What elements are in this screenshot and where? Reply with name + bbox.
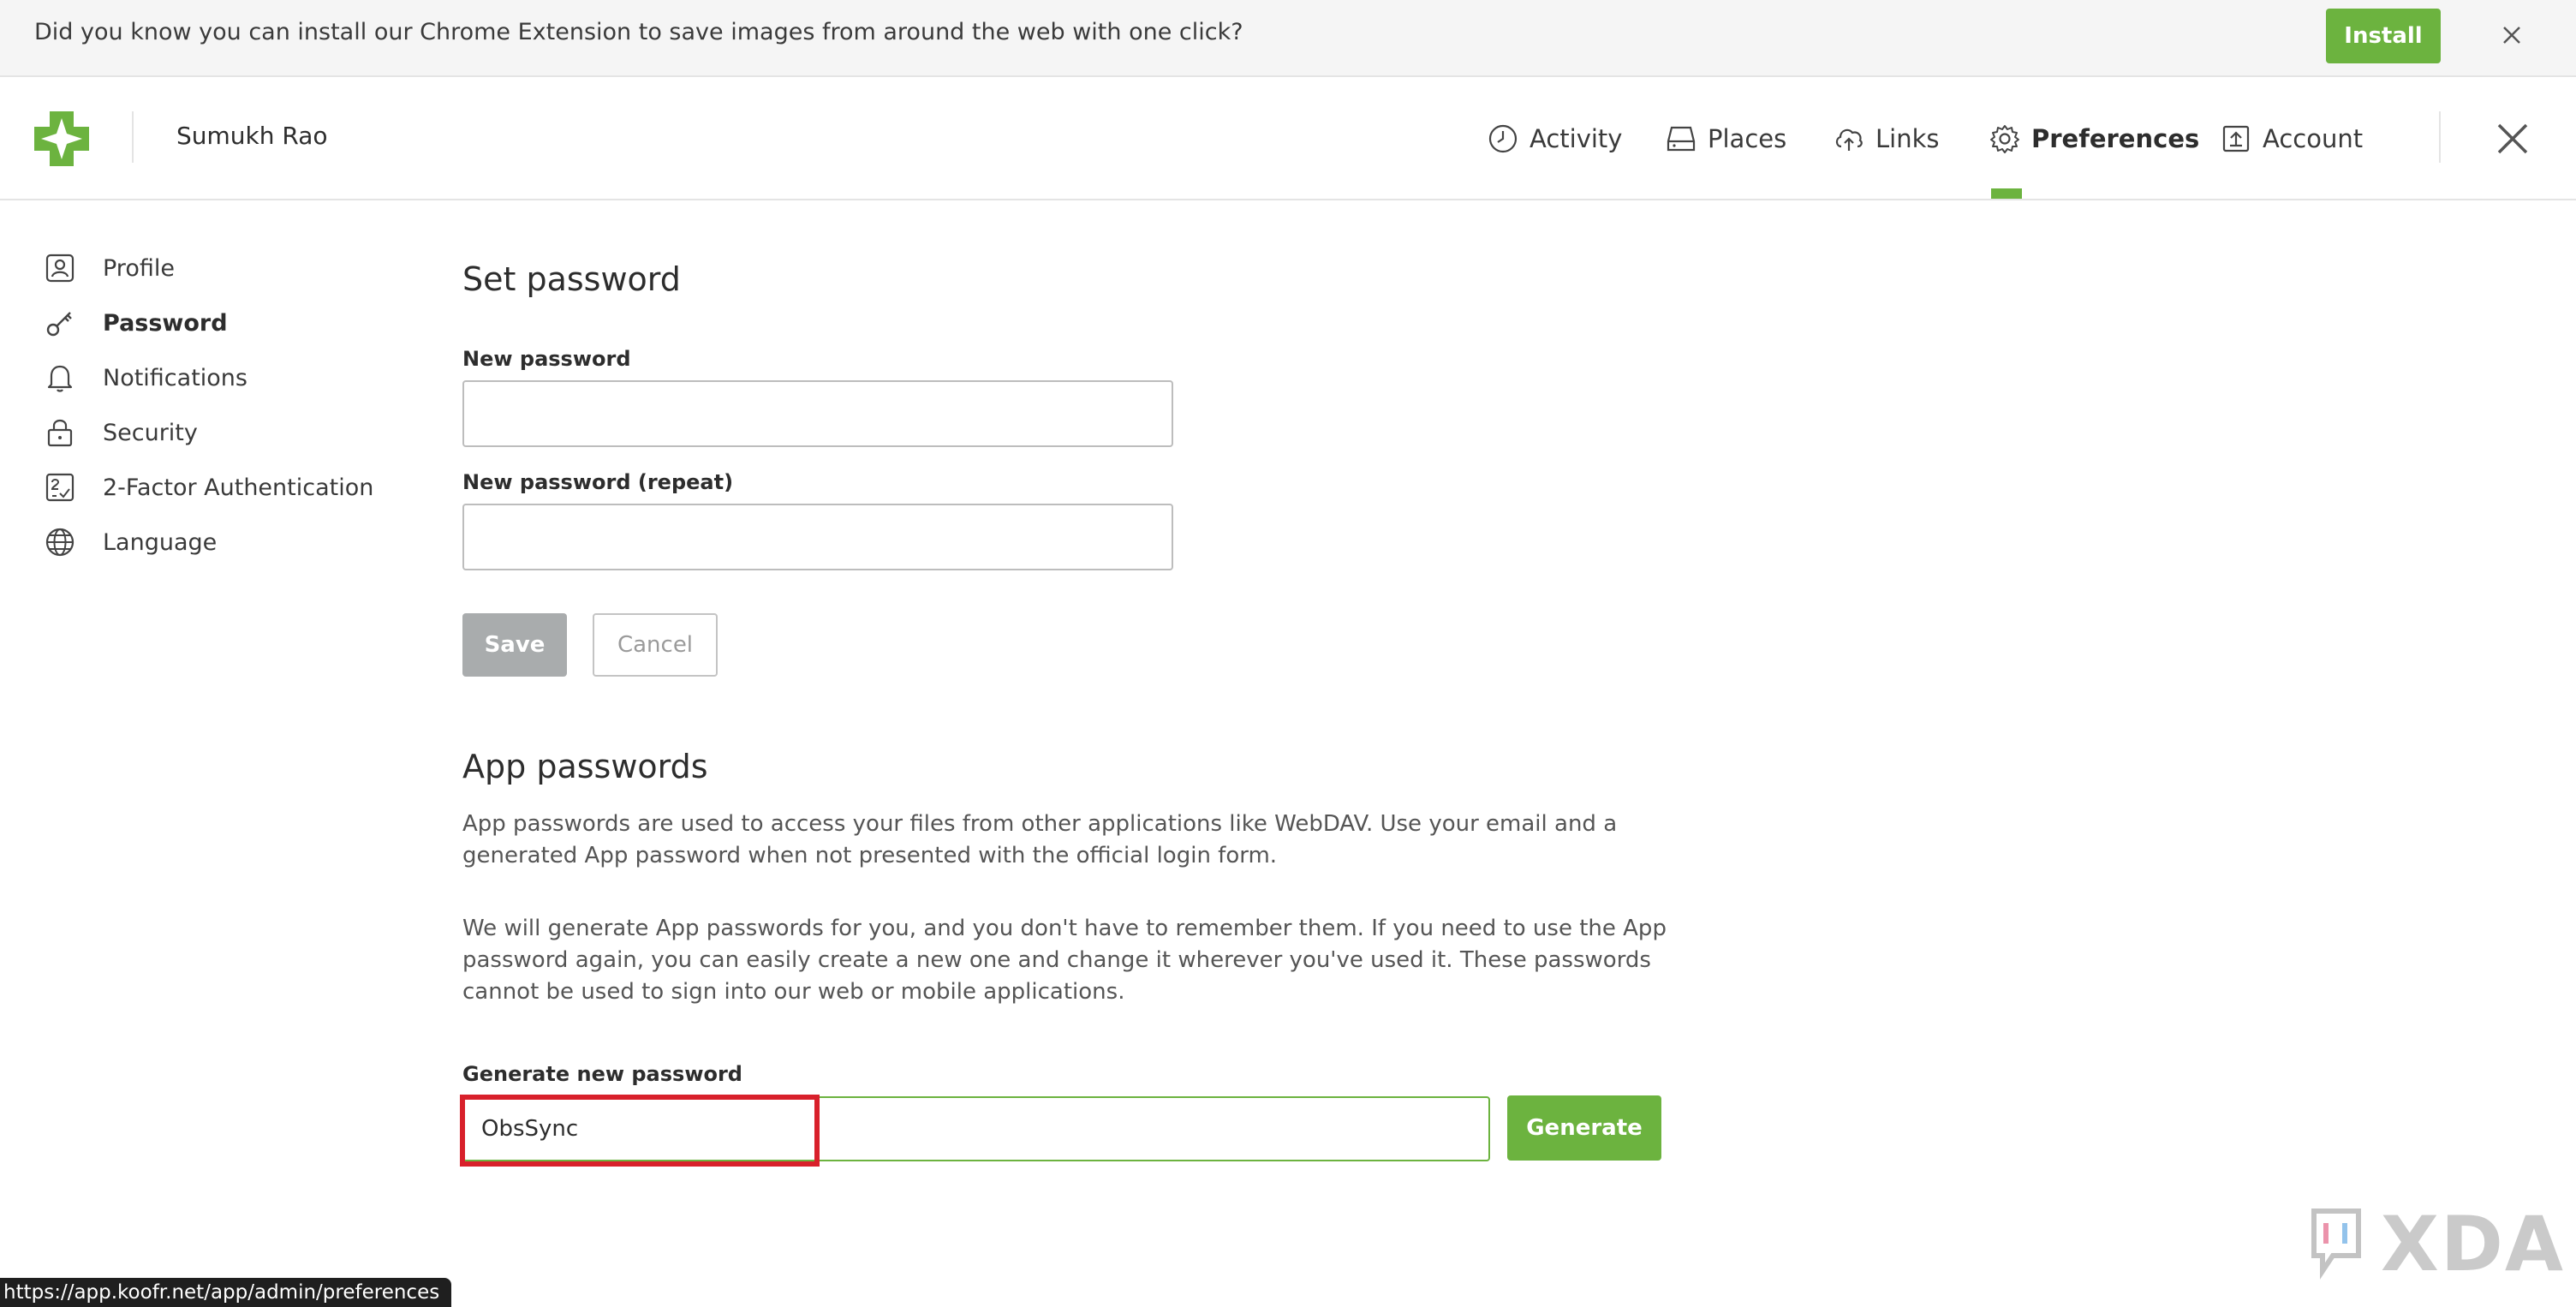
sidebar-item-label: 2-Factor Authentication bbox=[103, 474, 374, 501]
new-password-repeat-field[interactable] bbox=[462, 504, 1173, 570]
lock-icon bbox=[47, 419, 73, 447]
sidebar-item-label: Language bbox=[103, 528, 218, 556]
watermark-text: XDA bbox=[2381, 1199, 2565, 1288]
nav-activity[interactable]: Activity bbox=[1487, 115, 1622, 163]
bell-icon bbox=[47, 365, 73, 392]
drive-icon bbox=[1667, 126, 1696, 152]
banner-text: Did you know you can install our Chrome … bbox=[34, 19, 1243, 45]
app-passwords-info: We will generate App passwords for you, … bbox=[462, 916, 1667, 1005]
nav-activity-label: Activity bbox=[1530, 124, 1623, 153]
cloud-upload-icon bbox=[1835, 128, 1863, 151]
install-button[interactable]: Install bbox=[2326, 9, 2441, 63]
set-password-title: Set password bbox=[462, 260, 681, 298]
sidebar-item-label: Security bbox=[103, 419, 198, 446]
new-password-repeat-label: New password (repeat) bbox=[462, 470, 734, 494]
user-name: Sumukh Rao bbox=[176, 122, 328, 150]
user-icon bbox=[45, 254, 75, 283]
generate-password-label: Generate new password bbox=[462, 1062, 742, 1086]
cancel-button[interactable]: Cancel bbox=[593, 613, 718, 677]
sidebar-item-profile[interactable]: Profile bbox=[43, 247, 175, 289]
new-password-field[interactable] bbox=[462, 380, 1173, 447]
header-divider-right bbox=[2439, 111, 2441, 163]
gear-icon bbox=[1990, 125, 2019, 153]
save-button[interactable]: Save bbox=[462, 613, 567, 677]
clock-icon bbox=[1488, 124, 1518, 153]
status-bar-url: https://app.koofr.net/app/admin/preferen… bbox=[0, 1278, 452, 1307]
xda-watermark: XDA bbox=[2307, 1199, 2565, 1288]
sidebar-item-language[interactable]: Language bbox=[43, 521, 217, 564]
app-header: Sumukh Rao Activity Places Links Prefere… bbox=[0, 77, 2576, 200]
koofr-logo-icon[interactable] bbox=[34, 111, 89, 166]
nav-preferences-label: Preferences bbox=[2031, 124, 2200, 153]
xda-logo-icon bbox=[2311, 1209, 2361, 1280]
extension-banner: Did you know you can install our Chrome … bbox=[0, 0, 2576, 77]
nav-account-label: Account bbox=[2263, 124, 2364, 153]
close-icon[interactable] bbox=[2494, 120, 2531, 158]
sidebar-item-label: Profile bbox=[103, 254, 175, 282]
app-passwords-description: App passwords are used to access your fi… bbox=[462, 811, 1618, 868]
nav-places-label: Places bbox=[1708, 124, 1787, 153]
new-password-label: New password bbox=[462, 347, 631, 371]
sidebar-item-label: Password bbox=[103, 309, 228, 337]
sidebar-item-notifications[interactable]: Notifications bbox=[43, 356, 247, 399]
app-password-name-input[interactable] bbox=[462, 1096, 1490, 1161]
generate-button[interactable]: Generate bbox=[1507, 1095, 1661, 1161]
sidebar-item-2fa[interactable]: 2-Factor Authentication bbox=[43, 466, 373, 509]
nav-account[interactable]: Account bbox=[2220, 115, 2363, 163]
nav-links-label: Links bbox=[1875, 124, 1940, 153]
upload-box-icon bbox=[2222, 125, 2250, 152]
nav-preferences[interactable]: Preferences bbox=[1989, 115, 2199, 163]
nav-links[interactable]: Links bbox=[1833, 115, 1940, 163]
sidebar-item-security[interactable]: Security bbox=[43, 411, 198, 454]
nav-places[interactable]: Places bbox=[1665, 115, 1786, 163]
banner-close-icon[interactable] bbox=[2497, 21, 2526, 50]
sidebar-item-label: Notifications bbox=[103, 364, 247, 391]
header-divider bbox=[132, 111, 134, 163]
two-factor-icon bbox=[45, 473, 75, 502]
sidebar-item-password[interactable]: Password bbox=[43, 301, 228, 344]
key-icon bbox=[46, 312, 72, 337]
app-passwords-title: App passwords bbox=[462, 748, 708, 785]
globe-icon bbox=[45, 528, 75, 557]
active-nav-indicator bbox=[1991, 188, 2022, 199]
